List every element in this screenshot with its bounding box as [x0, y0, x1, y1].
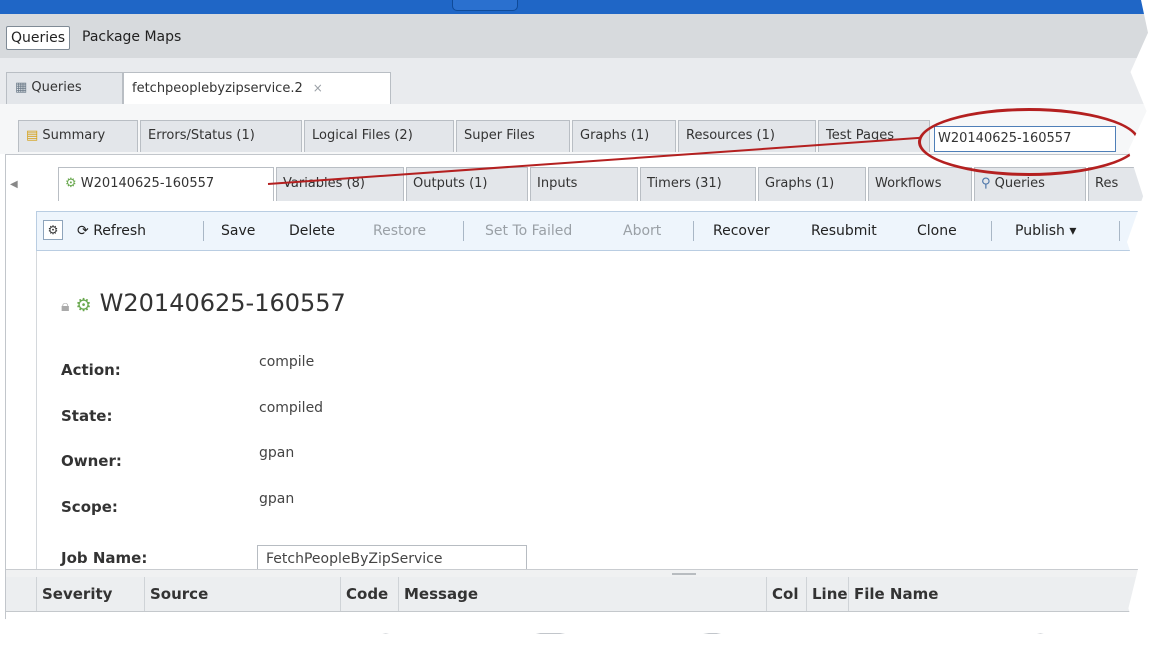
- owner-value: gpan: [259, 445, 295, 461]
- owner-label: Owner:: [61, 452, 122, 470]
- workunit-panel: ◀ ⚙ W20140625-160557 Variables (8) Outpu…: [5, 154, 1169, 634]
- scope-label: Scope:: [61, 498, 118, 516]
- tab-fetchpeoplebyzipservice[interactable]: fetchpeoplebyzipservice.2 ×: [123, 72, 391, 104]
- save-button[interactable]: Save: [221, 212, 255, 250]
- errors-grid-header: Severity Source Code Message Col Line Fi…: [6, 577, 1169, 612]
- tab-super-files[interactable]: Super Files: [456, 120, 570, 152]
- col-code[interactable]: Code: [340, 577, 398, 611]
- toolbar-separator: [1119, 221, 1120, 241]
- chevron-left-icon[interactable]: ◀: [10, 179, 24, 201]
- toolbar-separator: [991, 221, 992, 241]
- refresh-icon: ⟳: [77, 223, 94, 239]
- tab-variables[interactable]: Variables (8): [276, 167, 404, 201]
- table-icon: ▦: [15, 80, 32, 95]
- lock-icon: 🔒︎: [61, 296, 70, 315]
- toolbar-gear-icon[interactable]: ⚙: [43, 220, 63, 240]
- tab-queries-label: Queries: [31, 80, 82, 95]
- refresh-label: Refresh: [93, 223, 147, 239]
- resubmit-button[interactable]: Resubmit: [811, 212, 877, 250]
- screenshot: Queries Package Maps ▦ Queries fetchpeop…: [0, 0, 1169, 654]
- document-tabs: ▦ Queries fetchpeoplebyzipservice.2 ×: [0, 58, 1169, 105]
- workunit-details: 🔒︎ ⚙ W20140625-160557 Action: compile Stat…: [36, 251, 1169, 569]
- delete-button[interactable]: Delete: [289, 212, 335, 250]
- tab-workunit-label: W20140625-160557: [80, 176, 215, 191]
- top-accent-bar: [0, 0, 1169, 14]
- toolbar-separator: [203, 221, 204, 241]
- gear-icon: ⚙: [75, 295, 92, 316]
- abort-button[interactable]: Abort: [623, 212, 661, 250]
- toolbar-separator: [463, 221, 464, 241]
- tab-queries-wu-label: Queries: [994, 176, 1045, 191]
- action-value: compile: [259, 354, 315, 370]
- nav-queries[interactable]: Queries: [6, 26, 71, 50]
- col-message[interactable]: Message: [398, 577, 766, 611]
- tab-queries[interactable]: ▦ Queries: [6, 72, 123, 104]
- publish-button[interactable]: Publish ▾: [1015, 212, 1076, 250]
- workunit-title: 🔒︎ ⚙ W20140625-160557: [61, 289, 346, 317]
- col-col[interactable]: Col: [766, 577, 806, 611]
- tab-test-pages[interactable]: Test Pages: [818, 120, 930, 152]
- recover-button[interactable]: Recover: [713, 212, 770, 250]
- state-value: compiled: [259, 400, 324, 416]
- refresh-button[interactable]: ⟳ Refresh: [77, 212, 146, 250]
- set-to-failed-button[interactable]: Set To Failed: [485, 212, 572, 250]
- restore-button[interactable]: Restore: [373, 212, 426, 250]
- search-icon: ⚲: [981, 176, 995, 191]
- tab-inputs[interactable]: Inputs: [530, 167, 638, 201]
- top-bar-handle[interactable]: [452, 0, 518, 11]
- tab-summary-label: Summary: [42, 128, 106, 143]
- top-nav: Queries Package Maps: [0, 14, 1169, 59]
- col-severity[interactable]: Severity: [36, 577, 144, 611]
- close-icon[interactable]: ×: [313, 81, 323, 95]
- tab-workunit[interactable]: ⚙ W20140625-160557: [58, 167, 274, 201]
- toolbar-separator: [693, 221, 694, 241]
- col-source[interactable]: Source: [144, 577, 340, 611]
- splitter-grip[interactable]: [672, 573, 696, 575]
- scope-value: gpan: [259, 491, 295, 507]
- tab-fetchpeople-label: fetchpeoplebyzipservice.2: [132, 81, 303, 96]
- callout-ellipse: [918, 108, 1140, 176]
- clone-button[interactable]: Clone: [917, 212, 957, 250]
- action-label: Action:: [61, 361, 121, 379]
- state-label: State:: [61, 407, 113, 425]
- gear-icon: ⚙: [65, 176, 81, 191]
- workunit-id: W20140625-160557: [99, 289, 346, 317]
- job-name-label: Job Name:: [61, 549, 148, 567]
- tab-errors-status[interactable]: Errors/Status (1): [140, 120, 302, 152]
- job-name-input[interactable]: FetchPeopleByZipService: [257, 545, 527, 569]
- workunit-toolbar: ⚙ ⟳ Refresh Save Delete Restore Set To F…: [36, 211, 1169, 251]
- tab-graphs[interactable]: Graphs (1): [572, 120, 676, 152]
- tab-workflows[interactable]: Workflows: [868, 167, 972, 201]
- tab-graphs-wu[interactable]: Graphs (1): [758, 167, 866, 201]
- summary-icon: ▤: [26, 128, 43, 143]
- tab-summary[interactable]: ▤ Summary: [18, 120, 138, 152]
- tab-logical-files[interactable]: Logical Files (2): [304, 120, 454, 152]
- col-file-name[interactable]: File Name: [848, 577, 1148, 611]
- col-line[interactable]: Line: [806, 577, 848, 611]
- tab-timers[interactable]: Timers (31): [640, 167, 756, 201]
- nav-package-maps[interactable]: Package Maps: [82, 26, 181, 48]
